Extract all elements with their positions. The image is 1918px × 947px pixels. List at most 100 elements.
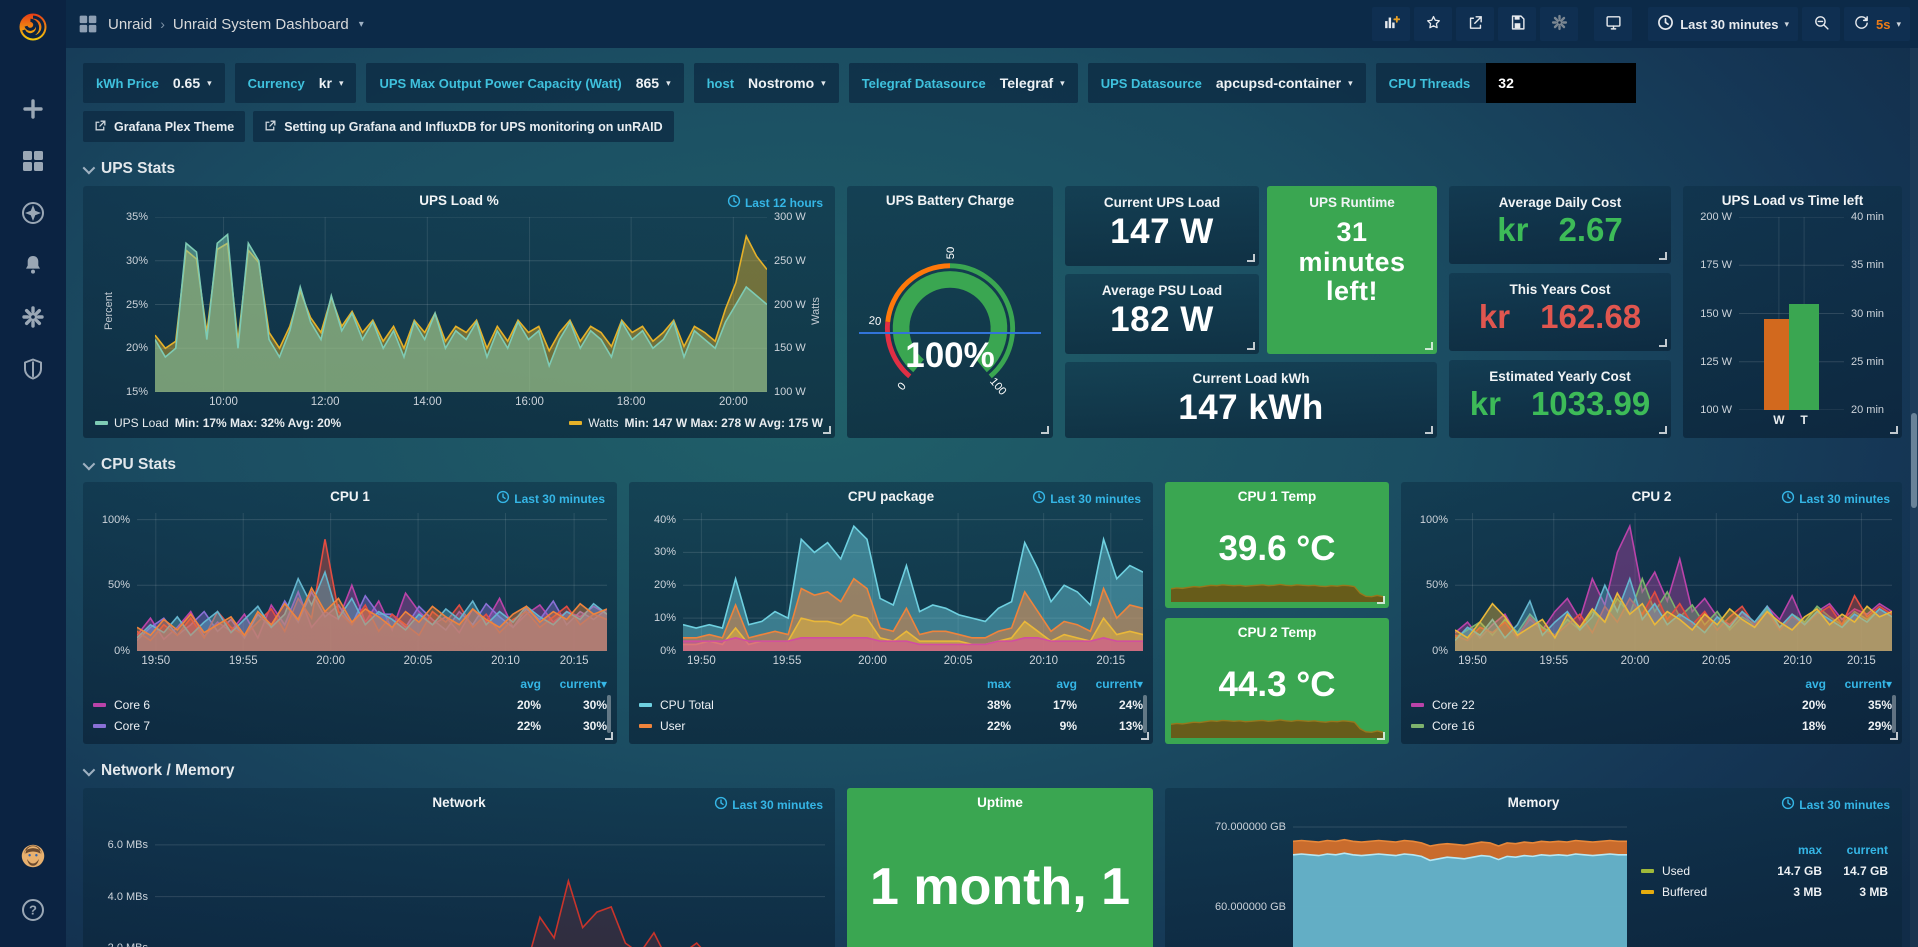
legend-sort-header[interactable]: current xyxy=(1822,843,1888,857)
legend-sort-header[interactable]: avg xyxy=(475,677,541,691)
legend-scrollbar[interactable] xyxy=(1892,695,1896,733)
page-scrollbar[interactable] xyxy=(1910,48,1918,947)
plot-area[interactable] xyxy=(1739,217,1844,410)
bar-t[interactable] xyxy=(1789,304,1819,410)
user-avatar[interactable] xyxy=(20,845,46,871)
breadcrumb-app[interactable]: Unraid xyxy=(108,16,152,33)
panel-estimated-yearly-cost[interactable]: Estimated Yearly Cost kr1033.99 xyxy=(1449,360,1671,438)
plot-area[interactable] xyxy=(683,513,1143,651)
sidebar-item-help[interactable]: ? xyxy=(20,899,46,925)
time-range-picker[interactable]: Last 30 minutes ▾ xyxy=(1648,7,1798,41)
variable-host[interactable]: hostNostromo▾ xyxy=(694,63,839,103)
legend-series-toggle[interactable]: Core 7 xyxy=(93,719,475,733)
plot-area[interactable] xyxy=(155,819,825,947)
sidebar-item-create[interactable] xyxy=(20,98,46,124)
panel-title[interactable]: UPS Load vs Time left xyxy=(1693,193,1892,208)
sidebar-item-alerting[interactable] xyxy=(20,254,46,280)
scrollbar-thumb[interactable] xyxy=(1911,413,1917,508)
refresh-picker[interactable]: 5s ▾ xyxy=(1844,7,1910,41)
sidebar-item-explore[interactable] xyxy=(20,202,46,228)
panel-ups-runtime[interactable]: UPS Runtime 31 minutes left! xyxy=(1267,186,1437,354)
panel-title[interactable]: UPS Battery Charge xyxy=(857,193,1043,208)
panel-memory-graph[interactable]: MemoryLast 30 minutes50.000000 GB60.0000… xyxy=(1165,788,1902,947)
legend-series-toggle[interactable]: WattsMin: 147 W Max: 278 W Avg: 175 W xyxy=(569,416,823,430)
section-header-cpu-stats[interactable]: CPU Stats xyxy=(83,456,1902,474)
panel-ups-load-vs-time-left[interactable]: UPS Load vs Time left100 W125 W150 W175 … xyxy=(1683,186,1902,438)
save-dashboard-button[interactable] xyxy=(1498,7,1536,41)
dashboard-settings-button[interactable] xyxy=(1540,7,1578,41)
plot-area[interactable] xyxy=(1293,819,1627,947)
variable-value[interactable]: 865▾ xyxy=(636,75,671,91)
dashboard-link[interactable]: Setting up Grafana and InfluxDB for UPS … xyxy=(253,111,673,142)
variable-telegraf-datasource[interactable]: Telegraf DatasourceTelegraf▾ xyxy=(849,63,1078,103)
x-axis-tick-label: 20:15 xyxy=(1096,655,1125,667)
panel-time-range-label[interactable]: Last 30 minutes xyxy=(1781,490,1890,507)
panel-network-graph[interactable]: NetworkLast 30 minutes2.0 MBs4.0 MBs6.0 … xyxy=(83,788,835,947)
panel-current-load-kwh[interactable]: Current Load kWh 147 kWh xyxy=(1065,362,1437,438)
panel-ups-load-graph[interactable]: UPS Load %Last 12 hours15%20%25%30%35%Pe… xyxy=(83,186,835,438)
panel-cpu2-temp[interactable]: CPU 2 Temp 44.3 °C xyxy=(1165,618,1389,744)
sidebar-item-server-admin[interactable] xyxy=(20,358,46,384)
legend-series-toggle[interactable]: User xyxy=(639,719,945,733)
zoom-out-time-button[interactable] xyxy=(1802,7,1840,41)
legend-series-toggle[interactable]: Core 6 xyxy=(93,698,475,712)
panel-time-range-label[interactable]: Last 30 minutes xyxy=(1781,796,1890,813)
sidebar-item-dashboards[interactable] xyxy=(20,150,46,176)
cycle-view-mode-button[interactable] xyxy=(1594,7,1632,41)
variable-ups-max-output-power-capacity-watt-[interactable]: UPS Max Output Power Capacity (Watt)865▾ xyxy=(366,63,683,103)
plot-area[interactable] xyxy=(1455,513,1892,651)
plot-area[interactable] xyxy=(155,217,767,392)
panel-ups-battery-charge[interactable]: UPS Battery Charge02050100100% xyxy=(847,186,1053,438)
panel-time-range-label[interactable]: Last 30 minutes xyxy=(1032,490,1141,507)
panel-title[interactable]: UPS Load % xyxy=(93,193,825,208)
legend-value: 20% xyxy=(475,698,541,712)
panel-time-range-label[interactable]: Last 30 minutes xyxy=(496,490,605,507)
plot-area[interactable] xyxy=(137,513,607,651)
panel-uptime[interactable]: Uptime 1 month, 1 xyxy=(847,788,1153,947)
star-dashboard-button[interactable] xyxy=(1414,7,1452,41)
variable-input[interactable] xyxy=(1486,63,1636,103)
legend-series-toggle[interactable]: Buffered xyxy=(1641,885,1756,899)
variable-kwh-price[interactable]: kWh Price0.65▾ xyxy=(83,63,225,103)
panel-current-ups-load[interactable]: Current UPS Load 147 W xyxy=(1065,186,1259,266)
legend-series-toggle[interactable]: CPU Total xyxy=(639,698,945,712)
panel-this-years-cost[interactable]: This Years Cost kr162.68 xyxy=(1449,273,1671,351)
panel-cpu2-graph[interactable]: CPU 2Last 30 minutes0%50%100%19:5019:552… xyxy=(1401,482,1902,744)
legend-sort-header[interactable]: max xyxy=(1756,843,1822,857)
legend-scrollbar[interactable] xyxy=(607,695,611,733)
legend-sort-header[interactable]: avg xyxy=(1760,677,1826,691)
panel-cpu-package-graph[interactable]: CPU packageLast 30 minutes0%10%20%30%40%… xyxy=(629,482,1153,744)
legend-series-toggle[interactable]: Core 22 xyxy=(1411,698,1760,712)
variable-currency[interactable]: Currencykr▾ xyxy=(235,63,357,103)
variable-ups-datasource[interactable]: UPS Datasourceapcupsd-container▾ xyxy=(1088,63,1366,103)
panel-average-daily-cost[interactable]: Average Daily Cost kr2.67 xyxy=(1449,186,1671,264)
legend-scrollbar[interactable] xyxy=(1143,695,1147,733)
variable-value[interactable]: 0.65▾ xyxy=(173,75,212,91)
legend-sort-header[interactable]: current▾ xyxy=(1077,677,1143,691)
legend-sort-header[interactable]: current▾ xyxy=(541,677,607,691)
variable-value[interactable]: kr▾ xyxy=(319,75,344,91)
legend-series-toggle[interactable]: Core 16 xyxy=(1411,719,1760,733)
variable-value[interactable]: apcupsd-container▾ xyxy=(1216,75,1353,91)
share-dashboard-button[interactable] xyxy=(1456,7,1494,41)
dashboard-link[interactable]: Grafana Plex Theme xyxy=(83,111,245,142)
variable-value[interactable]: Telegraf▾ xyxy=(1000,75,1065,91)
legend-sort-header[interactable]: avg xyxy=(1011,677,1077,691)
legend-sort-header[interactable]: current▾ xyxy=(1826,677,1892,691)
panel-cpu1-graph[interactable]: CPU 1Last 30 minutes0%50%100%19:5019:552… xyxy=(83,482,617,744)
legend-series-toggle[interactable]: Used xyxy=(1641,864,1756,878)
panel-average-psu-load[interactable]: Average PSU Load 182 W xyxy=(1065,274,1259,354)
panel-cpu1-temp[interactable]: CPU 1 Temp 39.6 °C xyxy=(1165,482,1389,608)
grafana-logo[interactable] xyxy=(0,0,66,58)
sidebar-item-configuration[interactable] xyxy=(20,306,46,332)
variable-cpu-threads[interactable]: CPU Threads xyxy=(1376,63,1637,103)
panel-time-range-label[interactable]: Last 30 minutes xyxy=(714,796,823,813)
legend-series-toggle[interactable]: UPS LoadMin: 17% Max: 32% Avg: 20% xyxy=(95,416,341,430)
section-header-network-memory[interactable]: Network / Memory xyxy=(83,762,1902,780)
section-header-ups-stats[interactable]: UPS Stats xyxy=(83,160,1902,178)
panel-time-range-label[interactable]: Last 12 hours xyxy=(727,194,823,211)
add-panel-button[interactable] xyxy=(1372,7,1410,41)
legend-sort-header[interactable]: max xyxy=(945,677,1011,691)
breadcrumb-page-title[interactable]: Unraid System Dashboard xyxy=(173,16,349,33)
variable-value[interactable]: Nostromo▾ xyxy=(748,75,826,91)
